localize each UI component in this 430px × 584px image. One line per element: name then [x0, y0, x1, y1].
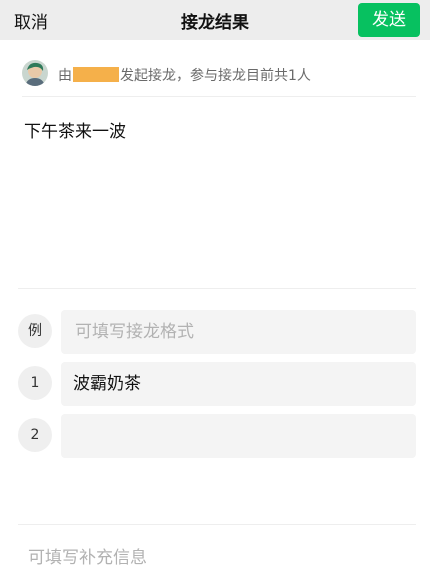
- topic-text: 下午茶来一波: [24, 122, 126, 142]
- initiator-suffix: 发起接龙，参与接龙目前共1人: [120, 68, 311, 84]
- entry-input-2[interactable]: [61, 414, 416, 458]
- redacted-name: [73, 67, 119, 82]
- entry-row-1: 1 波霸奶茶: [18, 362, 416, 406]
- send-button[interactable]: 发送: [358, 3, 420, 37]
- entry-badge: 例: [18, 314, 52, 348]
- navigation-bar: 取消 接龙结果 发送: [0, 0, 430, 40]
- initiator-prefix: 由: [58, 68, 72, 84]
- initiator-info: 由 发起接龙，参与接龙目前共1人: [22, 58, 416, 97]
- user-avatar-icon: [22, 60, 48, 86]
- format-input[interactable]: 可填写接龙格式: [61, 310, 416, 354]
- entry-row-2: 2: [18, 414, 416, 458]
- initiator-text: 由 发起接龙，参与接龙目前共1人: [58, 65, 311, 85]
- divider: [18, 524, 416, 525]
- entry-badge: 1: [18, 366, 52, 400]
- entry-input-1[interactable]: 波霸奶茶: [61, 362, 416, 406]
- entry-row-example: 例 可填写接龙格式: [18, 310, 416, 354]
- supplement-input[interactable]: 可填写补充信息: [28, 543, 147, 568]
- entry-badge: 2: [18, 418, 52, 452]
